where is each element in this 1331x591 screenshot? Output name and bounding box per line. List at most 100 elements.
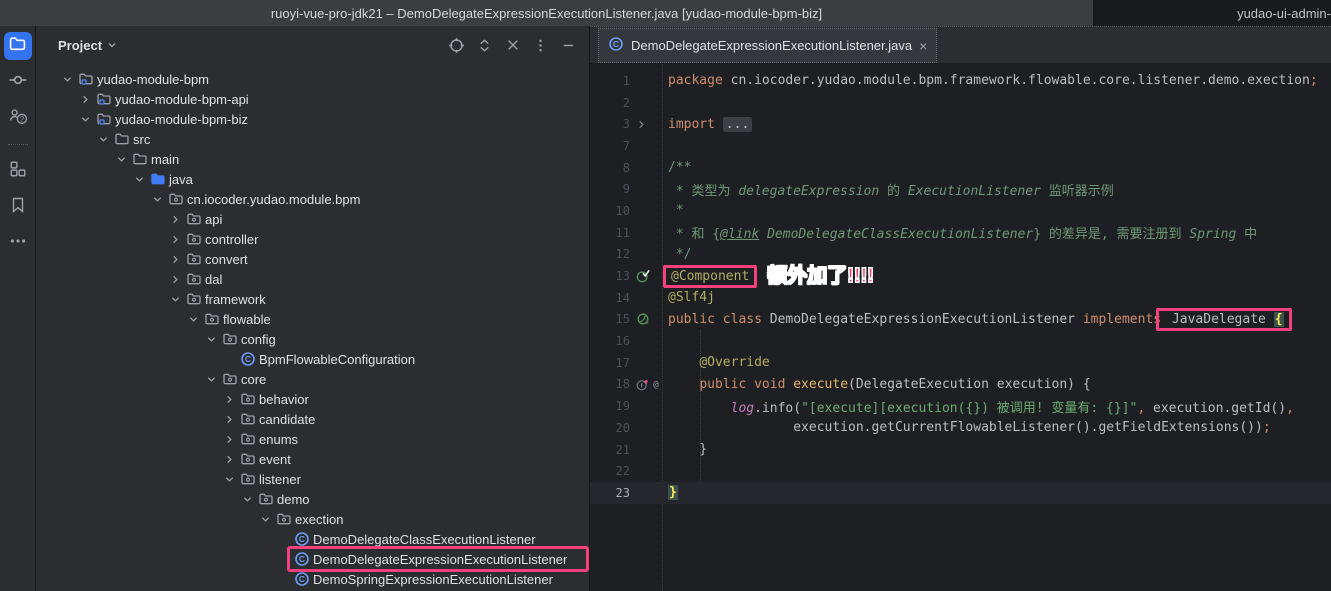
code-line-13[interactable]: 13@Component额外加了!!!! [590,265,1331,287]
tree-item-config[interactable]: config [36,329,589,349]
chevron-down-icon[interactable] [222,472,236,486]
collapse-all-icon[interactable] [504,37,521,54]
fold-arrow-icon[interactable] [636,119,647,130]
code-line-18[interactable]: 18@ public void execute(DelegateExecutio… [590,374,1331,396]
line-number[interactable]: 7 [590,139,634,153]
line-number[interactable]: 22 [590,464,634,478]
activity-bar-item-bookmarks[interactable] [4,193,32,221]
chevron-right-icon[interactable] [78,92,92,106]
tree-item-yudao-module-bpm-biz[interactable]: yudao-module-bpm-biz [36,109,589,129]
line-number[interactable]: 13 [590,269,634,283]
tree-item-yudao-module-bpm-api[interactable]: yudao-module-bpm-api [36,89,589,109]
tree-item-java[interactable]: java [36,169,589,189]
chevron-right-icon[interactable] [222,432,236,446]
line-number[interactable]: 16 [590,334,634,348]
chevron-down-icon[interactable] [168,292,182,306]
tree-item-flowable[interactable]: flowable [36,309,589,329]
close-icon[interactable]: × [919,39,927,53]
chevron-down-icon[interactable] [150,192,164,206]
line-number[interactable]: 12 [590,247,634,261]
chevron-right-icon[interactable] [222,412,236,426]
chevron-down-icon[interactable] [240,492,254,506]
code-line-23[interactable]: 23} [590,482,1331,504]
line-number[interactable]: 21 [590,443,634,457]
code-line-14[interactable]: 14@Slf4j [590,287,1331,309]
chevron-down-icon[interactable] [204,332,218,346]
tree-item-controller[interactable]: controller [36,229,589,249]
chevron-right-icon[interactable] [168,232,182,246]
code-line-16[interactable]: 16 [590,330,1331,352]
code-line-17[interactable]: 17 @Override [590,352,1331,374]
activity-bar-item-more-tool-windows[interactable] [4,229,32,257]
activity-bar-item-commit[interactable] [4,68,32,96]
tree-item-behavior[interactable]: behavior [36,389,589,409]
tree-item-dal[interactable]: dal [36,269,589,289]
tree-item-BpmFlowableConfiguration[interactable]: CBpmFlowableConfiguration [36,349,589,369]
line-number[interactable]: 3 [590,117,634,131]
line-number[interactable]: 14 [590,291,634,305]
code-line-8[interactable]: 8/** [590,157,1331,179]
code-line-20[interactable]: 20 execution.getCurrentFlowableListener(… [590,417,1331,439]
line-number[interactable]: 23 [590,486,634,500]
options-menu-icon[interactable] [532,37,549,54]
chevron-down-icon[interactable] [132,172,146,186]
chevron-down-icon[interactable] [78,112,92,126]
chevron-down-icon[interactable] [114,152,128,166]
line-number[interactable]: 15 [590,312,634,326]
tree-item-cn.iocoder.yudao.module.bpm[interactable]: cn.iocoder.yudao.module.bpm [36,189,589,209]
line-number[interactable]: 19 [590,399,634,413]
chevron-right-icon[interactable] [168,252,182,266]
code-line-19[interactable]: 19 log.info("[execute][execution({}) 被调用… [590,395,1331,417]
line-number[interactable]: 2 [590,96,634,110]
editor-tab[interactable]: C DemoDelegateExpressionExecutionListene… [598,28,937,63]
expand-collapse-icon[interactable] [476,37,493,54]
chevron-right-icon[interactable] [222,392,236,406]
code-line-10[interactable]: 10 * [590,200,1331,222]
tree-item-core[interactable]: core [36,369,589,389]
chevron-right-icon[interactable] [168,272,182,286]
line-number[interactable]: 8 [590,161,634,175]
chevron-down-icon[interactable] [96,132,110,146]
tree-item-framework[interactable]: framework [36,289,589,309]
override-icon[interactable] [636,378,649,391]
tree-item-demo[interactable]: demo [36,489,589,509]
activity-bar-item-pull-requests[interactable]: ? [4,104,32,132]
select-opened-file-icon[interactable] [448,37,465,54]
tree-item-src[interactable]: src [36,129,589,149]
code-line-9[interactable]: 9 * 类型为 delegateExpression 的 ExecutionLi… [590,178,1331,200]
code-line-22[interactable]: 22 [590,460,1331,482]
chevron-down-icon[interactable] [60,72,74,86]
line-number[interactable]: 11 [590,226,634,240]
chevron-down-icon[interactable] [258,512,272,526]
activity-bar-item-structure[interactable] [4,157,32,185]
chevron-down-icon[interactable] [186,312,200,326]
tree-item-convert[interactable]: convert [36,249,589,269]
chevron-right-icon[interactable] [222,452,236,466]
code-line-7[interactable]: 7 [590,135,1331,157]
code-line-11[interactable]: 11 * 和 {@link DemoDelegateClassExecution… [590,222,1331,244]
line-number[interactable]: 18 [590,377,634,391]
tree-item-yudao-module-bpm[interactable]: yudao-module-bpm [36,69,589,89]
tree-item-main[interactable]: main [36,149,589,169]
tree-item-api[interactable]: api [36,209,589,229]
tree-item-listener[interactable]: listener [36,469,589,489]
tree-item-candidate[interactable]: candidate [36,409,589,429]
hide-panel-icon[interactable] [560,37,577,54]
tree-item-exection[interactable]: exection [36,509,589,529]
line-number[interactable]: 10 [590,204,634,218]
spring-bean-icon[interactable] [636,312,650,326]
tree-item-enums[interactable]: enums [36,429,589,449]
line-number[interactable]: 20 [590,421,634,435]
chevron-right-icon[interactable] [168,212,182,226]
code-line-3[interactable]: 3import ... [590,113,1331,135]
activity-bar-item-project[interactable] [4,32,32,60]
tree-item-DemoDelegateClassExecutionListener[interactable]: CDemoDelegateClassExecutionListener [36,529,589,549]
tree-item-event[interactable]: event [36,449,589,469]
line-number[interactable]: 9 [590,182,634,196]
spring-check-icon[interactable] [636,269,650,283]
code-line-12[interactable]: 12 */ [590,244,1331,266]
chevron-down-icon[interactable] [204,372,218,386]
code-line-15[interactable]: 15public class DemoDelegateExpressionExe… [590,309,1331,331]
line-number[interactable]: 17 [590,356,634,370]
line-number[interactable]: 1 [590,74,634,88]
